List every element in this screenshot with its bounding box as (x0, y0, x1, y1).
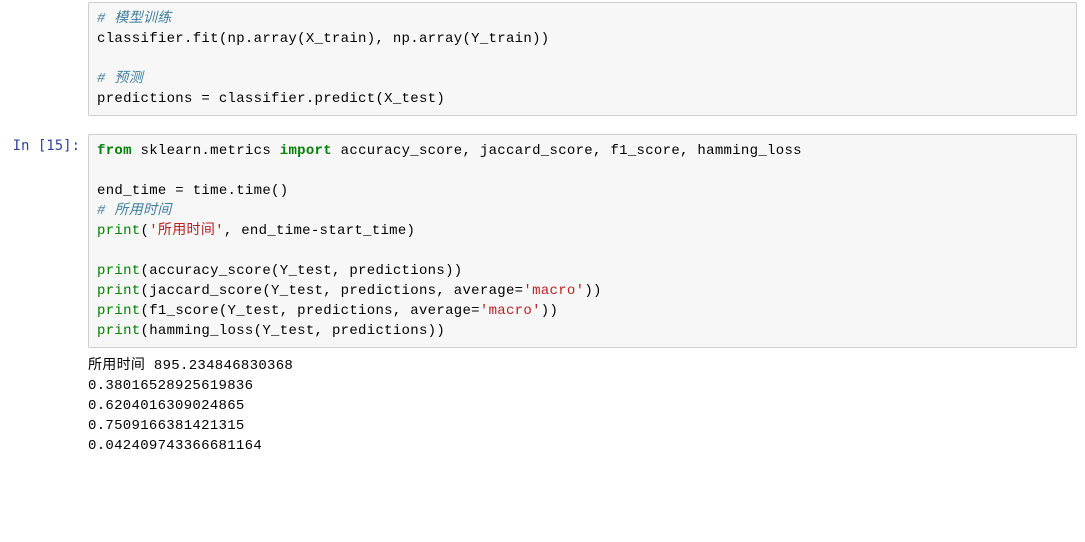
output-area: 所用时间 895.234846830368 0.3801652892561983… (88, 350, 1085, 462)
notebook-output-row: 所用时间 895.234846830368 0.3801652892561983… (0, 350, 1085, 462)
cell-prompt (0, 0, 88, 118)
output-prompt (0, 350, 88, 462)
cell-body: from sklearn.metrics import accuracy_sco… (88, 132, 1085, 350)
jupyter-notebook: # 模型训练 classifier.fit(np.array(X_train),… (0, 0, 1085, 462)
cell-prompt: In [15]: (0, 132, 88, 350)
code-content: # 模型训练 classifier.fit(np.array(X_train),… (97, 9, 1068, 109)
code-input-area[interactable]: from sklearn.metrics import accuracy_sco… (88, 134, 1077, 348)
code-content: from sklearn.metrics import accuracy_sco… (97, 141, 1068, 341)
cell-body: # 模型训练 classifier.fit(np.array(X_train),… (88, 0, 1085, 118)
output-text: 所用时间 895.234846830368 0.3801652892561983… (88, 356, 1077, 456)
cell-body: 所用时间 895.234846830368 0.3801652892561983… (88, 350, 1085, 462)
code-input-area[interactable]: # 模型训练 classifier.fit(np.array(X_train),… (88, 2, 1077, 116)
notebook-cell: # 模型训练 classifier.fit(np.array(X_train),… (0, 0, 1085, 118)
notebook-cell: In [15]: from sklearn.metrics import acc… (0, 132, 1085, 350)
